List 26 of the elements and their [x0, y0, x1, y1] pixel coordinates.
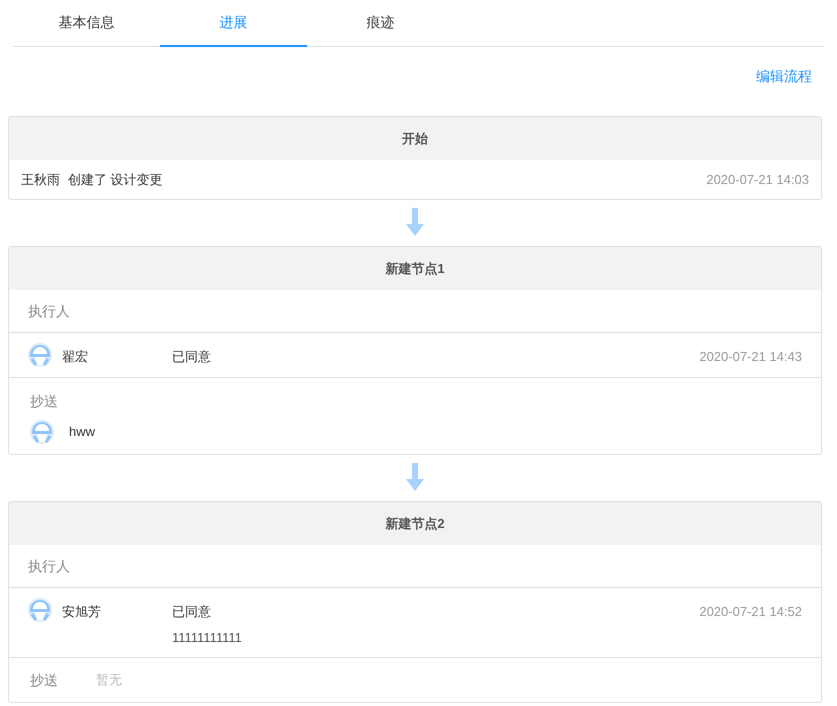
- timestamp: 2020-07-21 14:43: [699, 348, 802, 366]
- avatar-icon: [30, 420, 54, 444]
- avatar-icon: [28, 343, 52, 367]
- cc-label: 抄送: [30, 392, 59, 411]
- executor-name: 翟宏: [62, 348, 89, 366]
- user-name: 王秋雨: [21, 171, 60, 189]
- empty-text: 暂无: [96, 671, 122, 690]
- comment-text: 11111111111: [172, 628, 243, 646]
- cc-name: hww: [69, 423, 96, 442]
- executor-label: 执行人: [28, 302, 70, 320]
- cc-label: 抄送: [30, 670, 58, 690]
- tab[interactable]: 痕迹: [307, 0, 454, 47]
- timestamp: 2020-07-21 14:03: [706, 171, 809, 189]
- executor-label: 执行人: [28, 556, 70, 576]
- action-text: 创建了 设计变更: [68, 171, 163, 189]
- executor-name: 安旭芳: [62, 603, 102, 621]
- avatar-icon: [28, 598, 52, 622]
- status-text: 已同意: [172, 348, 212, 366]
- timestamp: 2020-07-21 14:52: [699, 603, 802, 621]
- tab[interactable]: 基本信息: [13, 0, 160, 47]
- node-title: 新建节点2: [385, 514, 445, 533]
- node-title: 开始: [402, 130, 428, 148]
- down-arrow-icon: [405, 208, 425, 238]
- status-text: 已同意: [172, 603, 212, 621]
- node-title: 新建节点1: [385, 260, 445, 278]
- down-arrow-icon: [405, 463, 425, 493]
